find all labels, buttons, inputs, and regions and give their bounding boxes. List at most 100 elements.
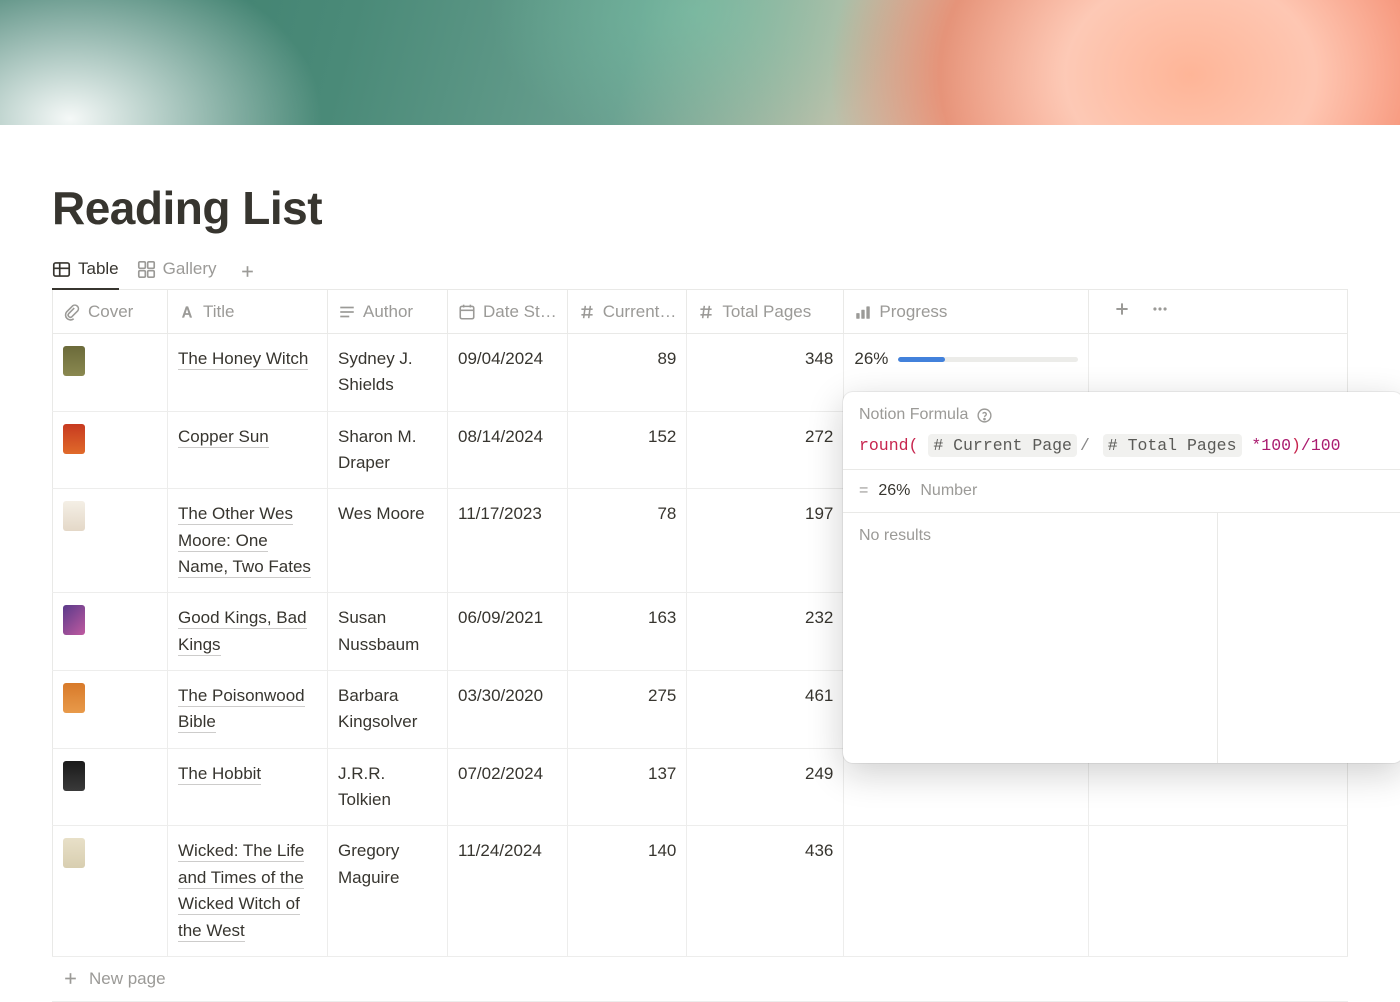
number-icon [578,303,596,321]
cell-title[interactable]: The Hobbit [168,748,328,826]
tab-table[interactable]: Table [52,253,119,289]
cell-current-page[interactable]: 78 [567,489,687,593]
more-icon [1151,300,1169,318]
column-header-title[interactable]: Title [168,290,328,334]
cover-thumbnail [63,346,85,376]
cell-date[interactable]: 11/24/2024 [448,826,568,956]
cell-cover[interactable] [53,489,168,593]
cell-current-page[interactable]: 140 [567,826,687,956]
formula-popup-header: Notion Formula [843,392,1400,436]
calendar-icon [458,303,476,321]
add-column-button[interactable] [1113,300,1131,323]
cell-title[interactable]: The Honey Witch [168,334,328,412]
cell-extra[interactable] [1089,826,1348,956]
help-icon[interactable] [976,407,993,424]
cell-current-page[interactable]: 275 [567,671,687,749]
cell-author[interactable]: Susan Nussbaum [328,593,448,671]
cell-title[interactable]: The Other Wes Moore: One Name, Two Fates [168,489,328,593]
cover-image [0,0,1400,125]
cell-total-pages[interactable]: 272 [687,411,844,489]
cell-cover[interactable] [53,671,168,749]
cell-cover[interactable] [53,593,168,671]
cell-author[interactable]: Sydney J. Shields [328,334,448,412]
progress-value: 26% [854,346,888,372]
cell-current-page[interactable]: 137 [567,748,687,826]
cell-cover[interactable] [53,748,168,826]
column-header-date[interactable]: Date St… [448,290,568,334]
table-options-button[interactable] [1151,300,1169,323]
cell-total-pages[interactable]: 249 [687,748,844,826]
plus-icon [1113,300,1131,318]
cell-author[interactable]: J.R.R. Tolkien [328,748,448,826]
cell-author[interactable]: Sharon M. Draper [328,411,448,489]
cell-date[interactable]: 03/30/2020 [448,671,568,749]
cell-total-pages[interactable]: 436 [687,826,844,956]
cell-date[interactable]: 11/17/2023 [448,489,568,593]
cover-thumbnail [63,761,85,791]
formula-input[interactable]: round( # Current Page/ # Total Pages *10… [843,436,1400,469]
number-icon [697,303,715,321]
cell-date[interactable]: 07/02/2024 [448,748,568,826]
cell-author[interactable]: Barbara Kingsolver [328,671,448,749]
formula-result: = 26% Number [843,470,1400,512]
cover-thumbnail [63,838,85,868]
cover-thumbnail [63,605,85,635]
cell-date[interactable]: 08/14/2024 [448,411,568,489]
column-header-author[interactable]: Author [328,290,448,334]
title-text: The Hobbit [178,764,261,785]
cover-thumbnail [63,683,85,713]
cell-date[interactable]: 09/04/2024 [448,334,568,412]
plus-icon [62,970,79,987]
formula-editor-popup[interactable]: Notion Formula round( # Current Page/ # … [843,392,1400,763]
cell-total-pages[interactable]: 232 [687,593,844,671]
cell-current-page[interactable]: 152 [567,411,687,489]
title-text: The Poisonwood Bible [178,686,305,733]
column-header-progress[interactable]: Progress [844,290,1089,334]
table-row[interactable]: Wicked: The Life and Times of the Wicked… [53,826,1348,956]
cell-total-pages[interactable]: 197 [687,489,844,593]
cell-current-page[interactable]: 89 [567,334,687,412]
cell-title[interactable]: Good Kings, Bad Kings [168,593,328,671]
column-header-total-pages[interactable]: Total Pages [687,290,844,334]
title-text: Good Kings, Bad Kings [178,608,307,655]
cell-current-page[interactable]: 163 [567,593,687,671]
cover-thumbnail [63,501,85,531]
table-header-row: Cover Title Author Date St… Current… Tot… [53,290,1348,334]
tab-gallery[interactable]: Gallery [137,253,217,289]
cover-thumbnail [63,424,85,454]
column-header-current-page[interactable]: Current… [567,290,687,334]
title-text: Copper Sun [178,427,269,448]
add-view-button[interactable] [235,259,260,284]
cell-title[interactable]: The Poisonwood Bible [168,671,328,749]
view-tabs: Table Gallery [52,253,1348,290]
cell-author[interactable]: Gregory Maguire [328,826,448,956]
tab-gallery-label: Gallery [163,259,217,279]
plus-icon [239,263,256,280]
bar-chart-icon [854,303,872,321]
column-header-cover[interactable]: Cover [53,290,168,334]
cell-cover[interactable] [53,411,168,489]
cell-cover[interactable] [53,826,168,956]
title-text: Wicked: The Life and Times of the Wicked… [178,841,304,941]
title-text: The Other Wes Moore: One Name, Two Fates [178,504,311,578]
text-icon [178,303,196,321]
cell-author[interactable]: Wes Moore [328,489,448,593]
attachment-icon [63,303,81,321]
cell-title[interactable]: Copper Sun [168,411,328,489]
cell-total-pages[interactable]: 348 [687,334,844,412]
cell-total-pages[interactable]: 461 [687,671,844,749]
table-icon [52,260,71,279]
cell-title[interactable]: Wicked: The Life and Times of the Wicked… [168,826,328,956]
column-header-actions [1089,290,1348,334]
page-title[interactable]: Reading List [52,181,1348,235]
cell-cover[interactable] [53,334,168,412]
lines-icon [338,303,356,321]
gallery-icon [137,260,156,279]
formula-suggestions: No results [843,513,1218,763]
cell-progress[interactable] [844,826,1089,956]
new-page-button[interactable]: New page [52,957,1348,1002]
cell-date[interactable]: 06/09/2021 [448,593,568,671]
title-text: The Honey Witch [178,349,308,370]
formula-docs-panel [1218,513,1400,763]
tab-table-label: Table [78,259,119,279]
